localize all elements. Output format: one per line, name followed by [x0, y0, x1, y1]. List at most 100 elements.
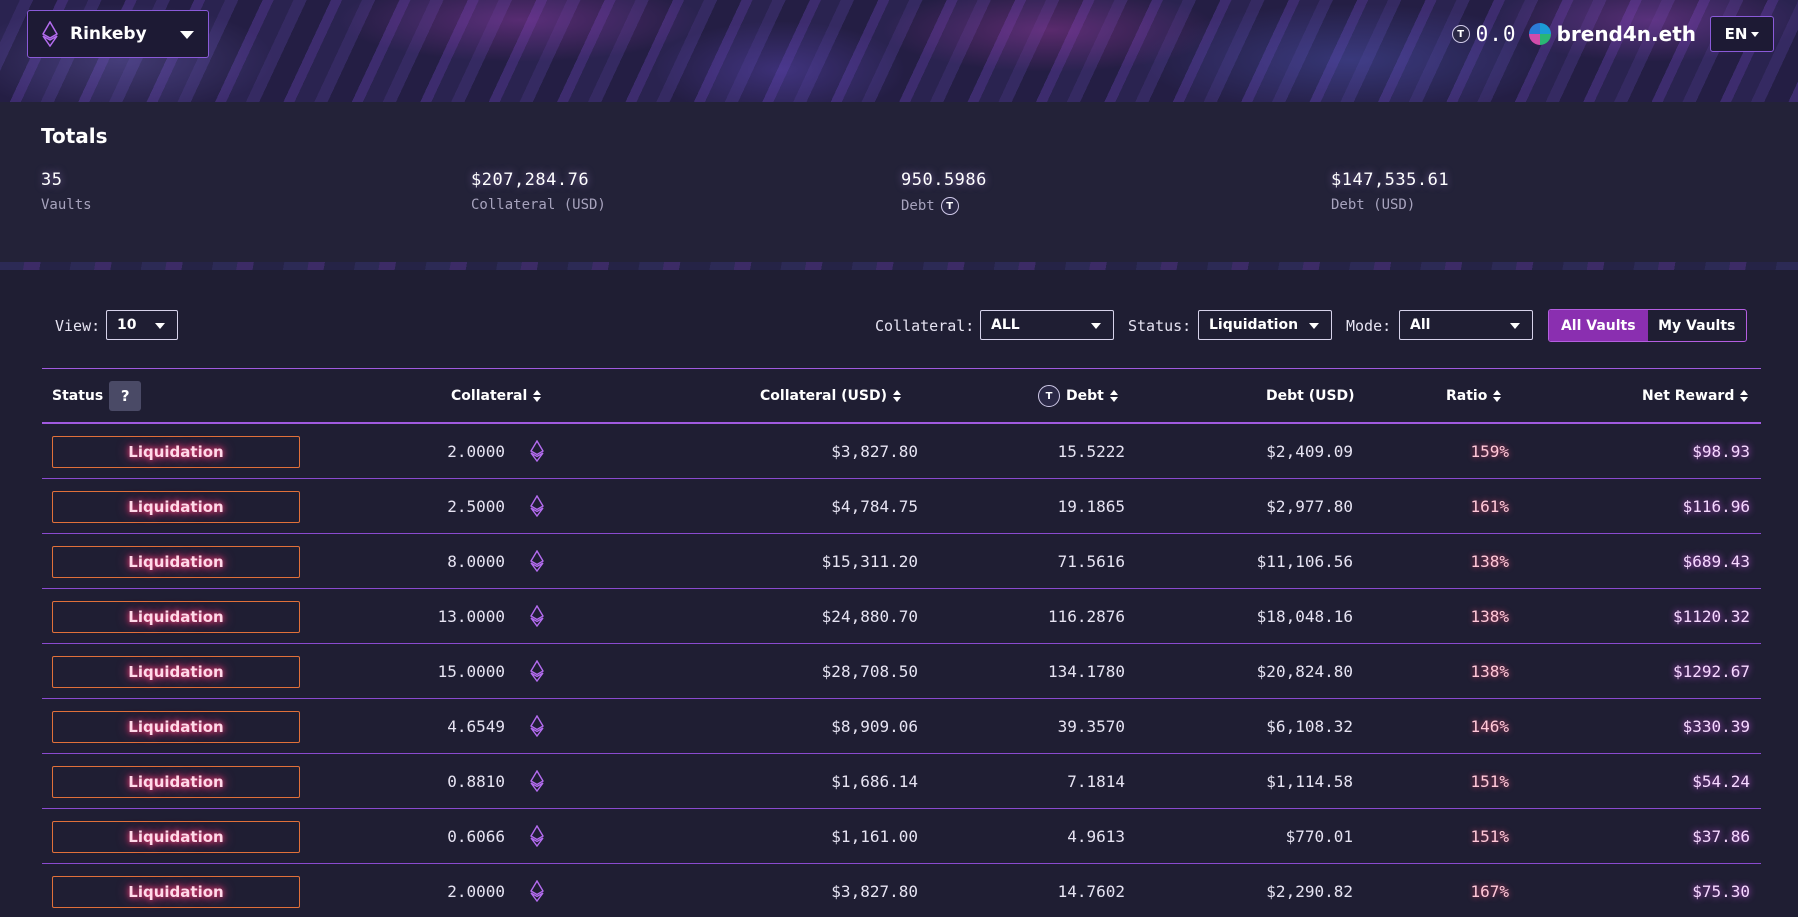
account-info[interactable]: T 0.0 brend4n.eth	[1451, 18, 1696, 50]
table-row[interactable]: Liquidation 0.6066 $1,161.00 4.9613 $770…	[42, 809, 1761, 864]
collateral-usd: $24,880.70	[821, 606, 918, 626]
status-header: Status ?	[52, 369, 142, 423]
net-reward-value: $54.24	[1692, 771, 1750, 791]
debt-usd-header: Debt (USD)	[1266, 388, 1355, 404]
ratio-value: 159%	[1470, 441, 1509, 461]
network-selector[interactable]: Rinkeby	[27, 10, 209, 58]
collateral-usd: $3,827.80	[831, 441, 918, 461]
liquidation-status-button[interactable]: Liquidation	[52, 876, 300, 908]
collateral-amount: 8.0000	[447, 551, 505, 571]
tcap-icon: T	[940, 197, 959, 215]
stat-vaults: 35 Vaults	[41, 170, 92, 213]
liquidation-status-button[interactable]: Liquidation	[52, 711, 300, 743]
ethereum-icon	[530, 699, 554, 753]
avatar	[1528, 23, 1551, 45]
ethereum-icon	[530, 864, 554, 917]
stat-label: Collateral (USD)	[471, 197, 606, 213]
stat-label: Debt (USD)	[1331, 197, 1416, 213]
ratio-value: 138%	[1470, 606, 1509, 626]
debt-header[interactable]: T Debt	[1038, 369, 1118, 423]
table-row[interactable]: Liquidation 4.6549 $8,909.06 39.3570 $6,…	[42, 699, 1761, 754]
collateral-amount: 2.0000	[447, 441, 505, 461]
collateral-amount: 2.5000	[447, 496, 505, 516]
ethereum-icon	[530, 589, 554, 643]
collateral-usd-header[interactable]: Collateral (USD)	[760, 369, 902, 423]
liquidation-status-button[interactable]: Liquidation	[52, 656, 300, 688]
liquidation-status-button[interactable]: Liquidation	[52, 766, 300, 798]
liquidation-status-button[interactable]: Liquidation	[52, 436, 300, 468]
net-reward-value: $689.43	[1682, 551, 1750, 571]
table-row[interactable]: Liquidation 13.0000 $24,880.70 116.2876 …	[42, 589, 1761, 644]
collateral-usd: $28,708.50	[821, 661, 918, 681]
chevron-down-icon	[155, 323, 165, 329]
debt-usd: $2,290.82	[1266, 881, 1353, 901]
liquidation-status-button[interactable]: Liquidation	[52, 546, 300, 578]
collateral-amount: 2.0000	[447, 881, 505, 901]
mode-filter-select[interactable]: All	[1399, 310, 1533, 340]
collateral-usd: $3,827.80	[831, 881, 918, 901]
chevron-down-icon	[1309, 323, 1319, 329]
collateral-usd: $1,686.14	[831, 771, 918, 791]
liquidation-status-button[interactable]: Liquidation	[52, 491, 300, 523]
table-row[interactable]: Liquidation 15.0000 $28,708.50 134.1780 …	[42, 644, 1761, 699]
table-row[interactable]: Liquidation 0.8810 $1,686.14 7.1814 $1,1…	[42, 754, 1761, 809]
my-vaults-button[interactable]: My Vaults	[1648, 310, 1747, 341]
debt-usd: $1,114.58	[1266, 771, 1353, 791]
debt-usd: $2,409.09	[1266, 441, 1353, 461]
sort-icon	[1109, 390, 1118, 402]
chevron-down-icon	[1510, 323, 1520, 329]
table-row[interactable]: Liquidation 2.0000 $3,827.80 14.7602 $2,…	[42, 864, 1761, 917]
collateral-amount: 0.8810	[447, 771, 505, 791]
debt-usd: $6,108.32	[1266, 716, 1353, 736]
status-filter-label: Status:	[1128, 317, 1192, 335]
view-label: View:	[55, 317, 101, 335]
collateral-usd: $15,311.20	[821, 551, 918, 571]
collateral-usd: $8,909.06	[831, 716, 918, 736]
collateral-amount: 4.6549	[447, 716, 505, 736]
sort-icon	[533, 390, 542, 402]
debt-usd: $770.01	[1285, 826, 1353, 846]
net-reward-value: $98.93	[1692, 441, 1750, 461]
language-selector[interactable]: EN	[1710, 16, 1774, 52]
ethereum-icon	[530, 424, 554, 478]
liquidation-status-button[interactable]: Liquidation	[52, 601, 300, 633]
ratio-header[interactable]: Ratio	[1446, 369, 1502, 423]
collateral-filter-label: Collateral:	[875, 317, 975, 335]
totals-title: Totals	[41, 124, 108, 148]
liquidation-status-button[interactable]: Liquidation	[52, 821, 300, 853]
debt-amount: 134.1780	[1047, 661, 1125, 681]
table-row[interactable]: Liquidation 2.0000 $3,827.80 15.5222 $2,…	[42, 424, 1761, 479]
collateral-amount: 0.6066	[447, 826, 505, 846]
ratio-value: 146%	[1470, 716, 1509, 736]
debt-usd: $18,048.16	[1256, 606, 1353, 626]
tcap-icon: T	[1451, 25, 1470, 43]
ratio-value: 151%	[1470, 826, 1509, 846]
debt-amount: 39.3570	[1057, 716, 1125, 736]
ethereum-icon	[530, 479, 554, 533]
ethereum-icon	[42, 21, 58, 47]
chevron-down-icon	[1751, 31, 1760, 37]
table-row[interactable]: Liquidation 2.5000 $4,784.75 19.1865 $2,…	[42, 479, 1761, 534]
account-ens[interactable]: brend4n.eth	[1557, 22, 1696, 46]
sort-icon	[1493, 390, 1502, 402]
net-reward-value: $1292.67	[1672, 661, 1750, 681]
all-vaults-button[interactable]: All Vaults	[1549, 310, 1648, 341]
help-button[interactable]: ?	[109, 381, 142, 411]
table-row[interactable]: Liquidation 8.0000 $15,311.20 71.5616 $1…	[42, 534, 1761, 589]
sort-icon	[893, 390, 902, 402]
ratio-value: 138%	[1470, 661, 1509, 681]
debt-usd: $20,824.80	[1256, 661, 1353, 681]
collateral-header[interactable]: Collateral	[451, 369, 542, 423]
stat-value: $147,535.61	[1331, 170, 1450, 190]
ratio-value: 161%	[1470, 496, 1509, 516]
stat-label: Vaults	[41, 197, 92, 213]
vault-scope-toggle[interactable]: All Vaults My Vaults	[1548, 309, 1747, 342]
stat-value: $207,284.76	[471, 170, 590, 190]
status-filter-select[interactable]: Liquidation	[1198, 310, 1332, 340]
collateral-amount: 15.0000	[437, 661, 505, 681]
sort-icon	[1740, 390, 1749, 402]
view-select[interactable]: 10	[106, 310, 178, 340]
collateral-filter-select[interactable]: ALL	[980, 310, 1114, 340]
stat-collateral-usd: $207,284.76 Collateral (USD)	[471, 170, 606, 213]
net-reward-header[interactable]: Net Reward	[1642, 369, 1749, 423]
